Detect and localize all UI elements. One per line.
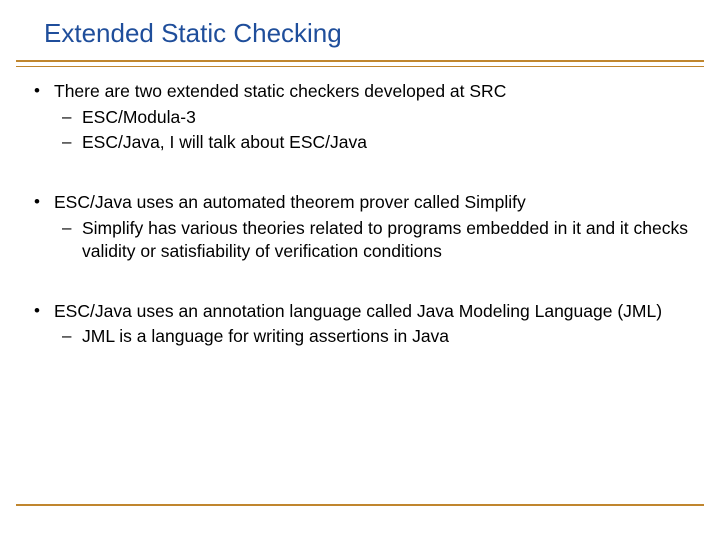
list-item: ESC/Modula-3 — [54, 106, 690, 130]
bullet-list: There are two extended static checkers d… — [30, 80, 690, 349]
sub-text: ESC/Java, I will talk about ESC/Java — [82, 132, 367, 152]
list-item: There are two extended static checkers d… — [30, 80, 690, 155]
title-rule — [16, 60, 704, 62]
sub-text: ESC/Modula-3 — [82, 107, 196, 127]
footer-rule — [16, 504, 704, 506]
bullet-text: There are two extended static checkers d… — [54, 81, 506, 101]
sub-list: ESC/Modula-3 ESC/Java, I will talk about… — [54, 106, 690, 155]
slide-title: Extended Static Checking — [44, 18, 342, 49]
list-item: ESC/Java uses an automated theorem prove… — [30, 191, 690, 264]
sub-list: JML is a language for writing assertions… — [54, 325, 690, 349]
bullet-text: ESC/Java uses an annotation language cal… — [54, 301, 662, 321]
list-item: ESC/Java uses an annotation language cal… — [30, 300, 690, 349]
list-item: Simplify has various theories related to… — [54, 217, 690, 264]
sub-list: Simplify has various theories related to… — [54, 217, 690, 264]
list-item: ESC/Java, I will talk about ESC/Java — [54, 131, 690, 155]
slide: Extended Static Checking There are two e… — [0, 0, 720, 540]
slide-body: There are two extended static checkers d… — [30, 80, 690, 385]
sub-text: JML is a language for writing assertions… — [82, 326, 449, 346]
bullet-text: ESC/Java uses an automated theorem prove… — [54, 192, 526, 212]
list-item: JML is a language for writing assertions… — [54, 325, 690, 349]
title-rule-thin — [16, 66, 704, 67]
sub-text: Simplify has various theories related to… — [82, 218, 688, 262]
